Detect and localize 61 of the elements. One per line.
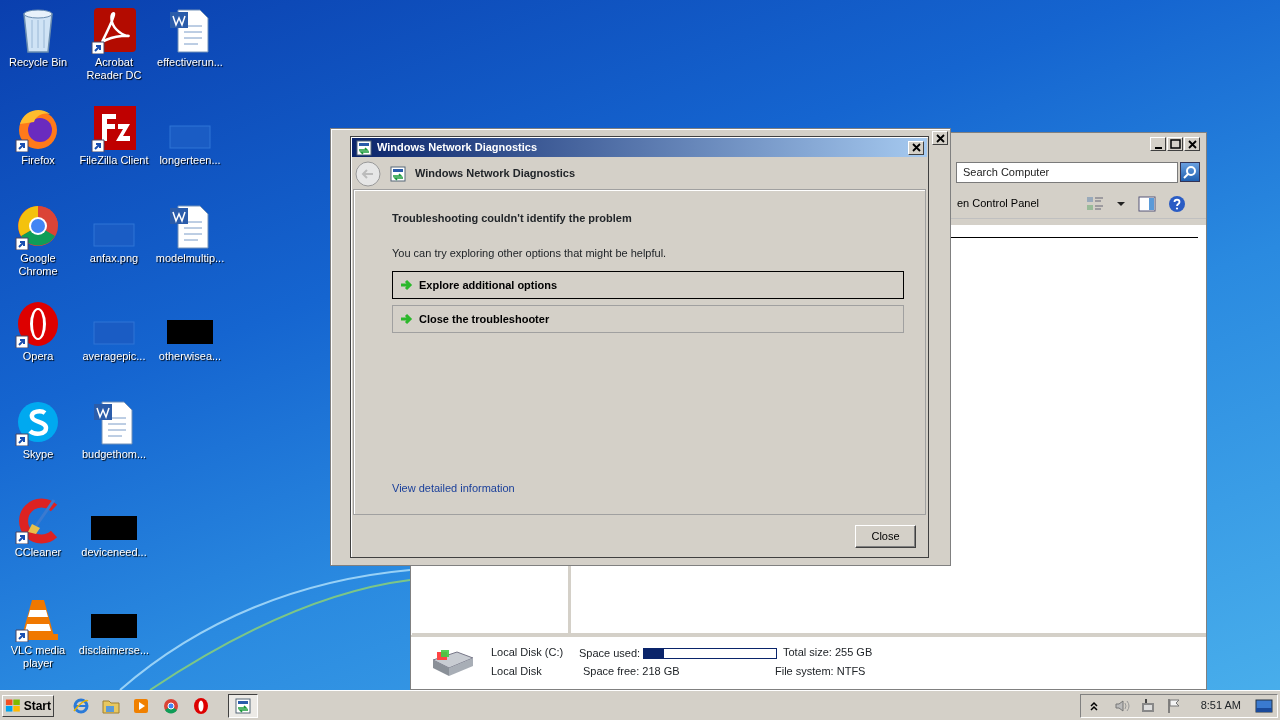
description: You can try exploring other options that might be helpful.: [392, 245, 668, 261]
icon-label[interactable]: Skype: [1, 448, 75, 461]
icon-label[interactable]: modelmultip...: [153, 252, 227, 265]
view-options-icon: [1086, 194, 1104, 213]
heading: Troubleshooting couldn't identify the problem: [392, 211, 633, 226]
browser-icon[interactable]: [72, 696, 90, 715]
icon-label[interactable]: deviceneed...: [77, 546, 151, 559]
icon-label[interactable]: Firefox: [1, 154, 75, 167]
arrow-icon: [399, 312, 413, 326]
icon-label[interactable]: CCleaner: [1, 546, 75, 559]
icon-label[interactable]: effectiverun...: [153, 56, 227, 69]
maximize-icon: [1168, 137, 1182, 151]
command-link[interactable]: Close the troubleshooter: [392, 305, 904, 333]
detail-text: File system: NTFS: [775, 664, 867, 679]
close-button[interactable]: Close: [855, 524, 916, 548]
minimize-icon: [1154, 146, 1162, 149]
icon-label[interactable]: longerteen...: [153, 154, 227, 167]
drive-type: Local Disk: [491, 664, 543, 679]
icon-label[interactable]: disclaimerse...: [77, 644, 151, 657]
network-diagnostics-icon: [355, 138, 373, 157]
detail-text: Total size: 255 GB: [783, 645, 874, 660]
window-title: Windows Network Diagnostics: [377, 140, 538, 156]
close-button[interactable]: [932, 131, 948, 145]
close-icon: [909, 141, 923, 154]
start-button[interactable]: Start: [2, 694, 54, 717]
icon-label[interactable]: otherwisea...: [153, 350, 227, 363]
clock: 8:51 AM: [1200, 698, 1241, 714]
icon-label[interactable]: Recycle Bin: [1, 56, 75, 69]
minimize-button[interactable]: [1150, 137, 1166, 151]
arrow-icon: [399, 278, 413, 292]
preview-pane-icon: [1138, 194, 1156, 213]
browser-icon[interactable]: [162, 696, 180, 715]
search-field[interactable]: Search Computer: [956, 161, 1178, 183]
search-button[interactable]: [1180, 162, 1200, 182]
taskbar-button[interactable]: [228, 693, 258, 718]
maximize-button[interactable]: [1167, 137, 1183, 151]
play-icon[interactable]: [132, 696, 150, 715]
icon-label[interactable]: averagepic...: [77, 350, 151, 363]
help-icon: [1168, 194, 1186, 213]
show-desktop-icon[interactable]: [1255, 696, 1273, 715]
icon-label[interactable]: Opera: [1, 350, 75, 363]
close-icon: [933, 131, 947, 145]
network-diagnostics-icon: [234, 696, 252, 715]
close-button[interactable]: [908, 140, 924, 155]
ring-icon[interactable]: [192, 696, 210, 715]
icon-label[interactable]: VLC media player: [1, 644, 75, 670]
icon-label[interactable]: Google Chrome: [1, 252, 75, 278]
drive-name: Local Disk (C:): [491, 645, 565, 660]
icon-label[interactable]: Acrobat Reader DC: [77, 56, 151, 82]
icon-label[interactable]: FileZilla Client: [77, 154, 151, 167]
close-button[interactable]: [1184, 137, 1200, 151]
detail-label: Space used:: [579, 646, 641, 662]
dialog-header: Windows Network Diagnostics: [415, 166, 576, 182]
icon-label[interactable]: budgethom...: [77, 448, 151, 461]
icon-label[interactable]: anfax.png: [77, 252, 151, 265]
command-link[interactable]: Explore additional options: [392, 271, 904, 299]
close-icon: [1185, 137, 1199, 151]
detail-link[interactable]: View detailed information: [392, 479, 515, 496]
search-icon: [1183, 165, 1197, 179]
network-diagnostics-icon: [389, 164, 407, 183]
toolbar-link[interactable]: en Control Panel: [957, 195, 1039, 212]
